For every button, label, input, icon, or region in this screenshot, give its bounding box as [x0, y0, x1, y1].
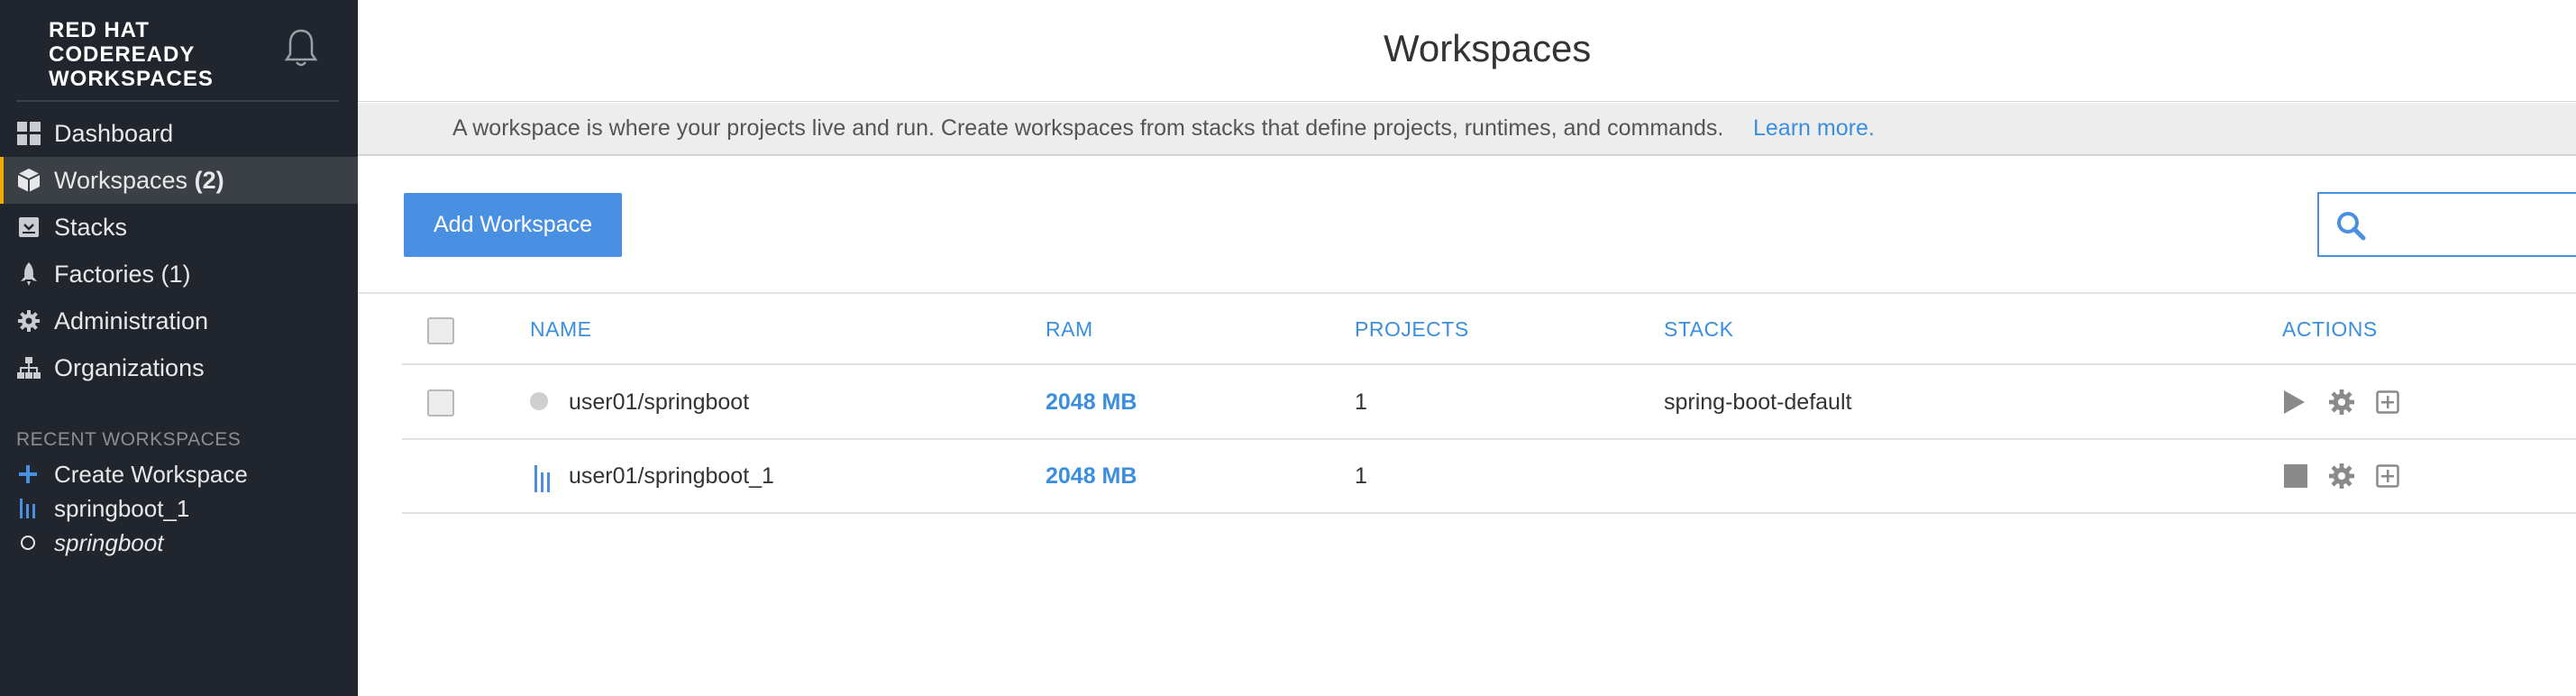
org-icon	[16, 355, 41, 380]
play-icon[interactable]	[2280, 389, 2307, 416]
sidebar-item-factories[interactable]: Factories (1)	[0, 251, 358, 298]
recent-workspace-springboot-1[interactable]: springboot_1	[0, 491, 358, 526]
add-command-icon[interactable]	[2374, 462, 2401, 490]
table-divider	[402, 363, 2576, 365]
add-command-icon[interactable]	[2374, 389, 2401, 416]
workspace-name-link[interactable]: user01/springboot	[569, 389, 749, 416]
recent-workspace-springboot[interactable]: springboot	[0, 526, 358, 560]
rocket-icon	[16, 261, 41, 287]
column-header-actions: ACTIONS	[2282, 317, 2378, 341]
recent-create-workspace[interactable]: Create Workspace	[0, 457, 358, 491]
sidebar-item-label: Dashboard	[54, 119, 174, 147]
table-divider	[402, 438, 2576, 440]
recent-item-label: Create Workspace	[54, 460, 248, 488]
app-logo[interactable]: RED HAT CODEREADY WORKSPACES	[49, 18, 214, 91]
ram-value[interactable]: 2048 MB	[1046, 463, 1137, 490]
table-divider	[402, 512, 2576, 514]
sidebar-divider	[16, 100, 339, 102]
running-bars-icon	[16, 497, 40, 520]
projects-count: 1	[1355, 463, 1367, 489]
column-header-projects[interactable]: PROJECTS	[1355, 317, 1469, 342]
status-stopped-icon	[530, 392, 548, 410]
plus-icon	[16, 462, 40, 486]
search-box[interactable]	[2317, 192, 2576, 257]
add-workspace-button[interactable]: Add Workspace	[404, 193, 622, 257]
projects-count: 1	[1355, 389, 1367, 415]
logo-line-3: WORKSPACES	[49, 67, 214, 91]
sidebar-item-label: Administration	[54, 307, 209, 334]
sidebar-item-label: Stacks	[54, 213, 128, 241]
row-checkbox[interactable]	[427, 389, 454, 417]
logo-line-1: RED HAT	[49, 18, 150, 42]
cube-icon	[16, 168, 41, 193]
stack-name: spring-boot-default	[1664, 389, 1852, 415]
status-running-icon	[532, 462, 553, 493]
workspace-count: (2)	[194, 166, 224, 194]
gear-icon[interactable]	[2328, 389, 2355, 416]
sidebar-item-stacks[interactable]: Stacks	[0, 204, 358, 251]
info-text: A workspace is where your projects live …	[452, 115, 1724, 141]
sidebar-item-label: Workspaces	[54, 166, 188, 194]
logo-line-2: CODEREADY	[49, 42, 196, 67]
gear-icon	[16, 308, 41, 334]
sidebar-item-dashboard[interactable]: Dashboard	[0, 110, 358, 157]
stop-icon[interactable]	[2282, 462, 2309, 490]
column-header-name[interactable]: NAME	[530, 317, 591, 342]
sidebar: RED HAT CODEREADY WORKSPACES Dashboard W…	[0, 0, 358, 696]
workspace-name-link[interactable]: user01/springboot_1	[569, 463, 774, 490]
search-icon	[2337, 212, 2366, 241]
dashboard-icon	[16, 121, 41, 146]
recent-item-label: springboot	[54, 528, 164, 556]
bell-icon[interactable]	[283, 27, 319, 69]
gear-icon[interactable]	[2328, 462, 2355, 490]
sidebar-item-label: Organizations	[54, 353, 205, 381]
column-header-ram[interactable]: RAM	[1046, 317, 1093, 342]
sidebar-item-administration[interactable]: Administration	[0, 298, 358, 344]
page-title: Workspaces	[1384, 27, 1592, 69]
select-all-checkbox[interactable]	[427, 317, 454, 344]
stopped-circle-icon	[16, 531, 40, 554]
page-header: Workspaces	[358, 0, 2576, 102]
info-banner: A workspace is where your projects live …	[358, 103, 2576, 156]
column-header-stack[interactable]: STACK	[1664, 317, 1733, 342]
search-input[interactable]	[2382, 201, 2575, 248]
ram-value[interactable]: 2048 MB	[1046, 389, 1137, 416]
stack-icon	[16, 215, 41, 240]
learn-more-link[interactable]: Learn more.	[1753, 115, 1875, 142]
sidebar-item-workspaces[interactable]: Workspaces (2)	[0, 157, 358, 204]
recent-item-label: springboot_1	[54, 494, 190, 522]
sidebar-item-organizations[interactable]: Organizations	[0, 344, 358, 391]
recent-workspaces-heading: RECENT WORKSPACES	[16, 429, 242, 450]
sidebar-item-label: Factories (1)	[54, 260, 191, 288]
table-top-border	[358, 292, 2576, 294]
